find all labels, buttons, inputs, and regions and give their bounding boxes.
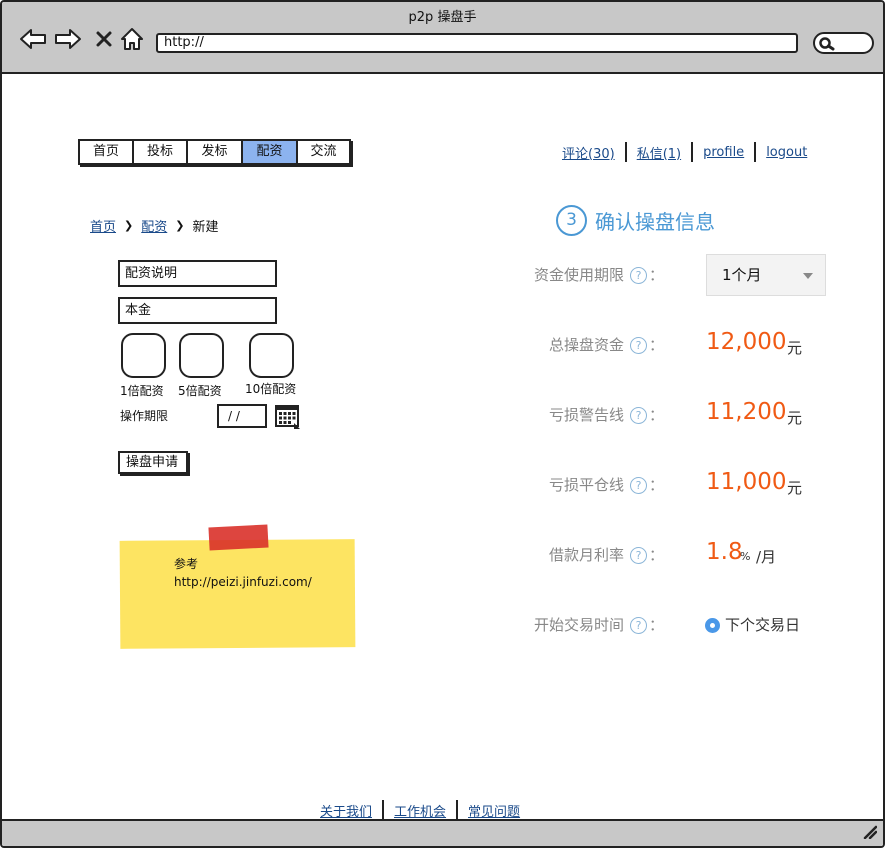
home-icon[interactable] (117, 24, 147, 54)
question-icon[interactable]: ? (629, 267, 647, 284)
multiplier-1x-label: 1倍配资 (120, 384, 164, 398)
browser-chrome: p2p 操盘手 http:// (2, 2, 883, 74)
principal-field[interactable]: 本金 (118, 297, 277, 324)
question-icon[interactable]: ? (629, 617, 647, 634)
multiplier-5x-label: 5倍配资 (178, 384, 222, 398)
close-icon[interactable] (89, 24, 119, 54)
breadcrumb-current: 新建 (192, 220, 219, 235)
forward-arrow-icon[interactable] (53, 24, 83, 54)
term-select[interactable]: 1个月 (706, 254, 826, 296)
step-header: 3 确认操盘信息 (556, 205, 715, 236)
liquidation-label: 亏损平仓线 (548, 476, 624, 494)
footer-links: 关于我们 工作机会 常见问题 (320, 800, 520, 820)
breadcrumb-home[interactable]: 首页 (90, 216, 116, 235)
search-icon (819, 37, 835, 51)
browser-window: p2p 操盘手 http:// 首页 投标 发标 配资 交流 评论(30) 私信… (0, 0, 885, 848)
divider (624, 142, 627, 162)
term-label: 资金使用期限 (533, 266, 624, 284)
liquidation-label-row: 亏损平仓线?： (548, 476, 664, 494)
question-icon[interactable]: ? (629, 407, 647, 424)
question-icon[interactable]: ? (629, 337, 647, 354)
total-label: 总操盘资金 (548, 336, 624, 354)
total-value: 12,000 (706, 329, 787, 355)
next-trading-day-radio[interactable] (705, 618, 720, 633)
rate-label-row: 借款月利率?： (548, 546, 664, 564)
start-label-row: 开始交易时间?： (533, 616, 664, 634)
divider (456, 800, 459, 820)
messages-link[interactable]: 私信(1) (637, 143, 681, 162)
about-us-link[interactable]: 关于我们 (320, 801, 372, 820)
user-links: 评论(30) 私信(1) profile logout (562, 142, 807, 162)
multiplier-10x-label: 10倍配资 (245, 382, 297, 396)
rate-unit: /月 (756, 548, 777, 566)
profile-link[interactable]: profile (703, 145, 744, 160)
rate-label: 借款月利率 (548, 546, 624, 564)
warning-label-row: 亏损警告线?： (548, 406, 664, 424)
tab-bid[interactable]: 投标 (134, 141, 188, 163)
status-bar (2, 819, 883, 846)
faq-link[interactable]: 常见问题 (468, 801, 520, 820)
resize-grip-icon[interactable] (863, 825, 878, 843)
rate-value: 1.8 (706, 539, 743, 565)
chevron-down-icon (803, 273, 813, 279)
back-arrow-icon[interactable] (18, 24, 48, 54)
liquidation-value: 11,000 (706, 469, 787, 495)
comments-link[interactable]: 评论(30) (562, 143, 615, 162)
chevron-right-icon: ❯ (124, 219, 134, 232)
note-line-2: http://peizi.jinfuzi.com/ (174, 575, 312, 589)
total-unit: 元 (787, 339, 803, 357)
chevron-right-icon: ❯ (175, 219, 185, 232)
warning-value: 11,200 (706, 399, 787, 425)
window-title: p2p 操盘手 (408, 10, 477, 25)
breadcrumb: 首页 ❯ 配资 ❯ 新建 (90, 216, 218, 235)
search-field[interactable] (813, 32, 874, 54)
logout-link[interactable]: logout (766, 145, 807, 160)
start-label: 开始交易时间 (533, 616, 624, 634)
liquidation-unit: 元 (787, 479, 803, 497)
apply-button[interactable]: 操盘申请 (118, 451, 188, 474)
tab-publish[interactable]: 发标 (188, 141, 243, 163)
breadcrumb-section[interactable]: 配资 (141, 216, 167, 235)
next-trading-day-label: 下个交易日 (725, 616, 801, 634)
tab-home[interactable]: 首页 (80, 141, 134, 163)
term-value: 1个月 (722, 266, 762, 284)
main-nav: 首页 投标 发标 配资 交流 (78, 139, 351, 165)
rate-percent: % (740, 550, 751, 563)
warning-unit: 元 (787, 409, 803, 427)
total-label-row: 总操盘资金?： (548, 336, 664, 354)
warning-label: 亏损警告线 (548, 406, 624, 424)
step-number: 3 (556, 205, 587, 236)
term-label-row: 资金使用期限?： (533, 266, 664, 284)
tab-financing[interactable]: 配资 (243, 141, 298, 163)
step-title: 确认操盘信息 (595, 210, 715, 234)
jobs-link[interactable]: 工作机会 (394, 801, 446, 820)
question-icon[interactable]: ? (629, 547, 647, 564)
divider (382, 800, 385, 820)
question-icon[interactable]: ? (629, 477, 647, 494)
tab-forum[interactable]: 交流 (298, 141, 349, 163)
url-input[interactable]: http:// (156, 33, 798, 53)
divider (754, 142, 757, 162)
divider (691, 142, 694, 162)
